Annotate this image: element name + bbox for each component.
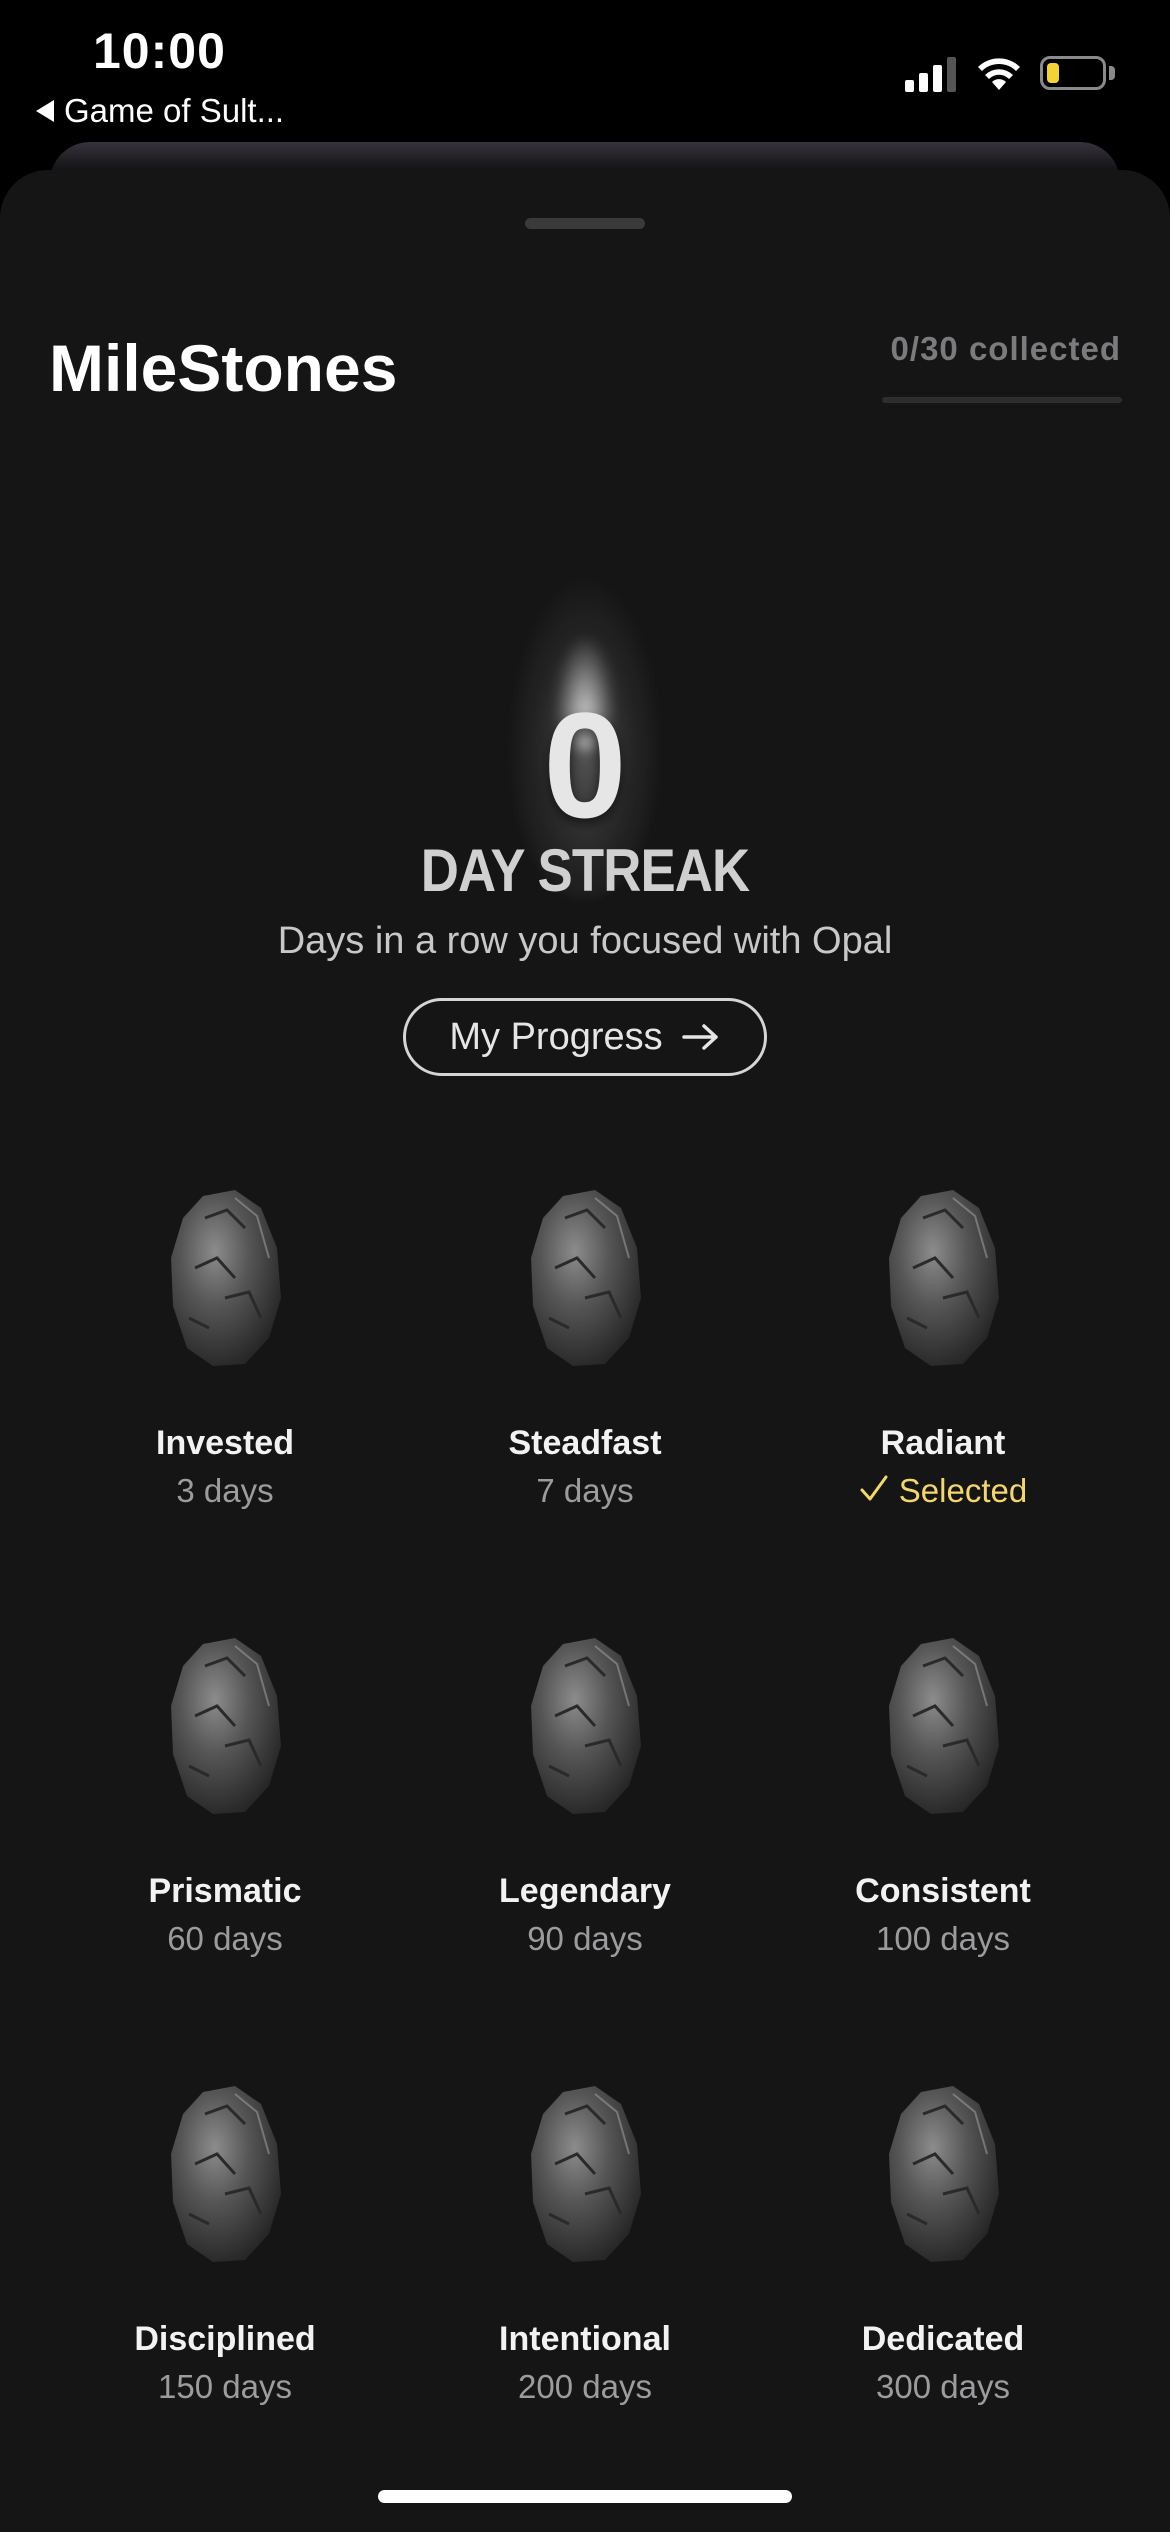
milestone-name: Dedicated (861, 2320, 1025, 2358)
milestone-days-label: 150 days (158, 2368, 292, 2405)
milestone-days-label: 100 days (876, 1920, 1010, 1957)
arrow-right-icon (681, 1024, 718, 1050)
milestone-item[interactable]: Prismatic 60 days (46, 1636, 404, 1996)
milestone-stone-icon (889, 1190, 999, 1366)
milestone-days-label: 300 days (876, 2368, 1010, 2405)
milestone-days-label: 7 days (536, 1472, 634, 1509)
milestone-name: Disciplined (134, 2320, 316, 2358)
collected-count: 0/30 collected (890, 330, 1121, 367)
back-caret-icon (36, 100, 54, 122)
milestone-stone-icon (531, 1638, 641, 1814)
milestone-name: Prismatic (148, 1872, 302, 1910)
cellular-signal-icon (905, 56, 956, 92)
milestone-item[interactable]: Disciplined 150 days (46, 2084, 404, 2444)
streak-label: DAY STREAK (420, 837, 751, 904)
milestone-item[interactable]: Dedicated 300 days (764, 2084, 1122, 2444)
milestone-days: 3 days (46, 1472, 404, 1510)
battery-icon (1040, 56, 1106, 90)
milestone-days-label: 60 days (167, 1920, 283, 1957)
clock: 10:00 (93, 23, 226, 79)
milestone-stone-icon (889, 2086, 999, 2262)
milestone-days: 60 days (46, 1920, 404, 1958)
milestone-item[interactable]: Intentional 200 days (406, 2084, 764, 2444)
my-progress-label: My Progress (449, 1015, 663, 1058)
milestone-days: 300 days (764, 2368, 1122, 2406)
battery-nub (1109, 66, 1115, 80)
wifi-icon (978, 58, 1020, 90)
milestone-name: Intentional (499, 2320, 671, 2358)
milestone-item[interactable]: Legendary 90 days (406, 1636, 764, 1996)
milestone-stone-icon (171, 1638, 281, 1814)
milestone-name: Consistent (855, 1872, 1031, 1910)
home-indicator[interactable] (378, 2490, 792, 2503)
streak-count: 0 (543, 681, 627, 849)
milestone-days: 200 days (406, 2368, 764, 2406)
page-title: MileStones (49, 331, 398, 405)
streak-subtitle: Days in a row you focused with Opal (277, 920, 893, 962)
sheet-grabber[interactable] (525, 218, 645, 229)
milestone-name: Steadfast (508, 1424, 662, 1462)
milestone-days: 150 days (46, 2368, 404, 2406)
checkmark-icon (860, 1475, 888, 1501)
milestone-days: 7 days (406, 1472, 764, 1510)
milestone-item[interactable]: Consistent 100 days (764, 1636, 1122, 1996)
milestone-selected-status: Selected (764, 1472, 1122, 1510)
milestone-item[interactable]: Steadfast 7 days (406, 1188, 764, 1548)
milestone-stone-icon (531, 1190, 641, 1366)
back-app-label: Game of Sult... (64, 92, 285, 129)
milestone-item[interactable]: Invested 3 days (46, 1188, 404, 1548)
milestone-stone-icon (889, 1638, 999, 1814)
my-progress-button[interactable]: My Progress (403, 998, 767, 1076)
back-to-app-link[interactable]: Game of Sult... (36, 92, 284, 130)
milestone-stone-icon (171, 2086, 281, 2262)
milestone-days-label: 200 days (518, 2368, 652, 2405)
milestone-name: Radiant (880, 1424, 1006, 1462)
milestone-days: 100 days (764, 1920, 1122, 1958)
status-bar: 10:00 Game of Sult... (0, 0, 1170, 140)
milestone-name: Legendary (499, 1872, 671, 1910)
milestone-days-label: 3 days (176, 1472, 274, 1509)
milestone-days-label: Selected (898, 1472, 1028, 1509)
milestone-days: 90 days (406, 1920, 764, 1958)
collected-progress-bar (882, 397, 1122, 403)
milestone-stone-icon (171, 1190, 281, 1366)
milestone-item[interactable]: Radiant Selected (764, 1188, 1122, 1548)
milestone-name: Invested (156, 1424, 294, 1462)
milestone-stone-icon (531, 2086, 641, 2262)
milestone-days-label: 90 days (527, 1920, 643, 1957)
